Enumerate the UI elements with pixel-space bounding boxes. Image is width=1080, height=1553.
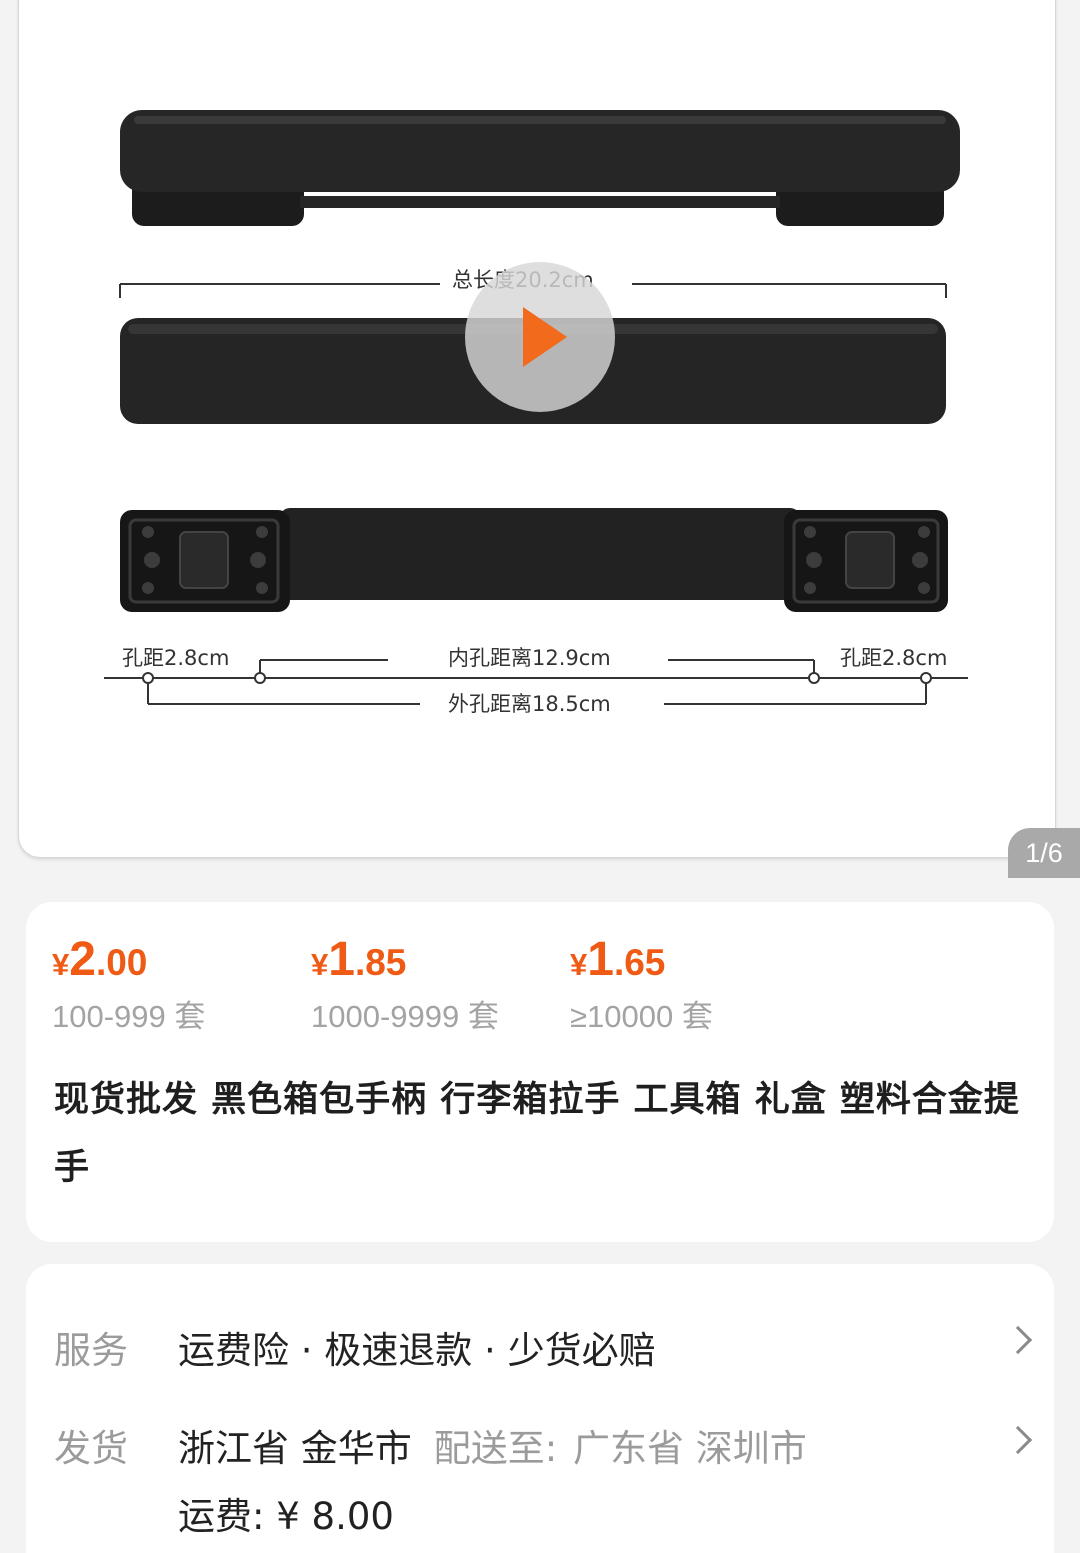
shipping-fee: 运费: ¥ 8.00 [178,1495,394,1538]
shipping-origin: 浙江省 金华市 [178,1427,412,1470]
hole-left-label: 孔距2.8cm [122,646,229,670]
chevron-right-icon[interactable] [1003,1425,1033,1455]
service-label: 服务 [54,1329,128,1372]
shipping-label: 发货 [54,1427,128,1470]
price-tier-3: ¥1.65 ≥10000 套 [570,932,713,1036]
handle-bottom-view [120,508,948,612]
video-play-button[interactable] [465,262,615,412]
outer-distance-label: 外孔距离18.5cm [448,692,611,716]
image-page-indicator: 1/6 [1008,828,1080,878]
service-card: 服务 运费险 · 极速退款 · 少货必赔 发货 浙江省 金华市 配送至: 广东省 … [26,1264,1054,1553]
shipping-destination: 广东省 深圳市 [573,1427,807,1470]
handle-side-view [120,110,960,226]
price-tier-2: ¥1.85 1000-9999 套 [311,932,499,1036]
inner-distance-label: 内孔距离12.9cm [448,646,611,670]
play-icon [523,307,567,367]
hole-right-label: 孔距2.8cm [840,646,947,670]
shipping-dest-label: 配送至: [433,1427,558,1470]
tier-quantity: 100-999 套 [52,999,206,1034]
tier-price: ¥2.00 [52,933,148,986]
product-title: 现货批发 黑色箱包手柄 行李箱拉手 工具箱 礼盒 塑料合金提手 [54,1080,1020,1188]
chevron-right-icon[interactable] [1003,1325,1033,1355]
tier-quantity: 1000-9999 套 [311,999,499,1034]
tier-quantity: ≥10000 套 [570,999,713,1034]
price-tier-1: ¥2.00 100-999 套 [52,932,205,1036]
service-value: 运费险 · 极速退款 · 少货必赔 [178,1329,656,1372]
product-image: 总长度20.2cm [104,110,968,716]
tier-price: ¥1.85 [311,933,407,986]
shipping-value: 浙江省 金华市 配送至: 广东省 深圳市 [178,1418,807,1472]
product-detail-page: 总长度20.2cm [0,0,1080,1553]
tier-price: ¥1.65 [570,933,666,986]
price-card: ¥2.00 100-999 套 ¥1.85 1000-9999 套 ¥1.65 … [26,902,1054,1242]
image-gallery[interactable]: 总长度20.2cm [0,0,1080,880]
